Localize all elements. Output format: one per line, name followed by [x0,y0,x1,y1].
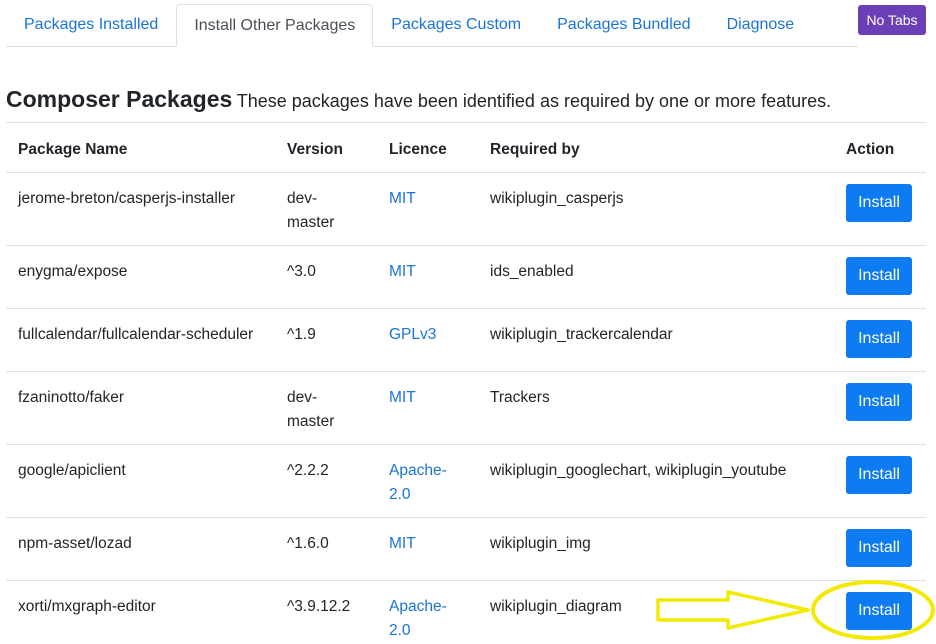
install-button[interactable]: Install [846,184,912,222]
package-version: ^1.6.0 [287,535,329,552]
table-row: fzaninotto/faker dev-master MIT Trackers… [6,371,926,444]
required-by: ids_enabled [490,263,574,280]
package-version: ^2.2.2 [287,462,329,479]
header-package-name: Package Name [18,141,128,158]
section-title: Composer Packages [6,86,233,112]
required-by: Trackers [490,389,550,406]
licence-link[interactable]: Apache-2.0 [389,595,453,643]
header-licence: Licence [389,141,447,158]
package-version: ^3.9.12.2 [287,598,351,615]
package-name: google/apiclient [18,462,126,479]
licence-link[interactable]: MIT [389,532,479,556]
licence-link[interactable]: Apache-2.0 [389,459,453,507]
page: Packages Installed Install Other Package… [0,0,936,644]
header-version: Version [287,141,343,158]
package-name: fzaninotto/faker [18,389,124,406]
table-row: xorti/mxgraph-editor ^3.9.12.2 Apache-2.… [6,580,926,644]
install-button[interactable]: Install [846,529,912,567]
licence-link[interactable]: GPLv3 [389,323,479,347]
install-button[interactable]: Install [846,320,912,358]
header-required-by: Required by [490,141,580,158]
package-version: dev-master [287,389,335,430]
package-name: enygma/expose [18,263,128,280]
package-name: xorti/mxgraph-editor [18,598,156,615]
package-name: npm-asset/lozad [18,535,132,552]
section-description: These packages have been identified as r… [236,91,832,111]
licence-link[interactable]: MIT [389,260,479,284]
table-header-row: Package Name Version Licence Required by… [6,122,926,172]
tab-bar: Packages Installed Install Other Package… [6,4,858,47]
package-name: fullcalendar/fullcalendar-scheduler [18,326,254,343]
table-row: npm-asset/lozad ^1.6.0 MIT wikiplugin_im… [6,517,926,580]
header-action: Action [846,141,895,158]
tab-packages-installed[interactable]: Packages Installed [6,4,176,46]
package-name: jerome-breton/casperjs-installer [18,190,236,207]
required-by: wikiplugin_diagram [490,598,622,615]
table-row: enygma/expose ^3.0 MIT ids_enabled Insta… [6,245,926,308]
tab-diagnose[interactable]: Diagnose [709,4,813,46]
install-button[interactable]: Install [846,257,912,295]
licence-link[interactable]: MIT [389,386,479,410]
required-by: wikiplugin_casperjs [490,190,624,207]
section-heading: Composer Packages These packages have be… [6,86,831,113]
no-tabs-button[interactable]: No Tabs [858,5,926,35]
required-by: wikiplugin_googlechart, wikiplugin_youtu… [490,462,787,479]
install-button[interactable]: Install [846,592,912,630]
required-by: wikiplugin_trackercalendar [490,326,673,343]
licence-link[interactable]: MIT [389,187,479,211]
package-version: ^3.0 [287,263,316,280]
tab-install-other-packages[interactable]: Install Other Packages [176,4,374,47]
table-row: jerome-breton/casperjs-installer dev-mas… [6,172,926,245]
install-button[interactable]: Install [846,383,912,421]
table-row: fullcalendar/fullcalendar-scheduler ^1.9… [6,308,926,371]
tab-packages-custom[interactable]: Packages Custom [373,4,539,46]
install-button[interactable]: Install [846,456,912,494]
package-version: ^1.9 [287,326,316,343]
tab-packages-bundled[interactable]: Packages Bundled [539,4,708,46]
required-by: wikiplugin_img [490,535,591,552]
package-version: dev-master [287,190,335,231]
table-row: google/apiclient ^2.2.2 Apache-2.0 wikip… [6,444,926,517]
